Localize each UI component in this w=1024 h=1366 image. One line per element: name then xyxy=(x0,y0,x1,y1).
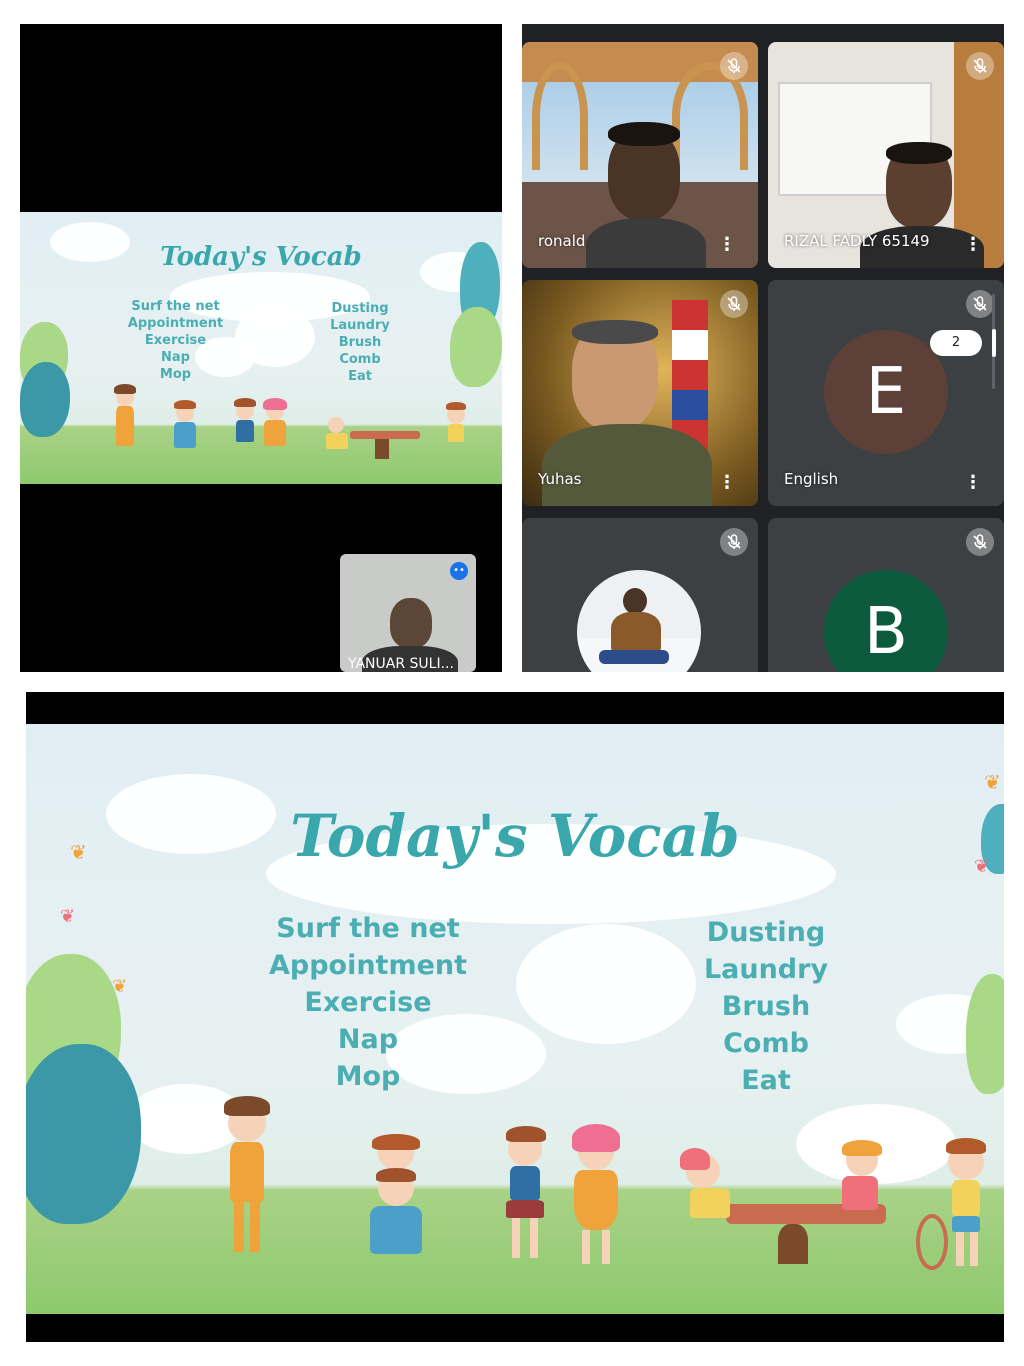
more-options-icon[interactable]: ⋮ xyxy=(964,236,982,254)
vocab-word: Nap xyxy=(161,350,190,365)
participant-name: ronald xyxy=(538,232,586,250)
slide-title: Today's Vocab xyxy=(160,242,362,272)
vocab-word: Laundry xyxy=(330,318,390,333)
hoop-illustration xyxy=(916,1214,948,1270)
muted-mic-icon xyxy=(966,528,994,556)
participant-tile[interactable]: ronald ⋮ xyxy=(522,42,758,268)
scroll-thumb[interactable] xyxy=(992,329,996,357)
child-illustration xyxy=(216,1094,276,1274)
child-illustration xyxy=(110,382,140,464)
muted-mic-icon xyxy=(966,290,994,318)
participant-name: Yuhas xyxy=(538,470,582,488)
vocab-word: Mop xyxy=(159,367,192,382)
slide-left-word-list: Surf the net Appointment Exercise Nap Mo… xyxy=(258,910,478,1095)
participant-name: English xyxy=(784,470,839,488)
vocab-word: Surf the net xyxy=(276,913,460,944)
participant-video xyxy=(586,122,706,268)
vocab-word: Laundry xyxy=(703,954,829,985)
vocab-word: Surf the net xyxy=(131,299,220,314)
participant-avatar: B xyxy=(824,570,948,672)
child-illustration xyxy=(170,400,200,462)
muted-mic-icon xyxy=(720,52,748,80)
muted-mic-icon xyxy=(966,52,994,80)
speaking-indicator-icon: •• xyxy=(450,562,468,580)
more-options-icon[interactable]: ⋮ xyxy=(718,236,736,254)
participant-avatar: E xyxy=(824,330,948,454)
vocab-word: Brush xyxy=(338,335,382,350)
vocab-word: Eat xyxy=(741,1065,791,1096)
participant-tile[interactable]: B xyxy=(768,518,1004,672)
seesaw-illustration xyxy=(666,1140,896,1264)
child-illustration xyxy=(260,398,290,460)
vocab-word: Appointment xyxy=(268,950,468,981)
child-illustration xyxy=(442,402,470,462)
vocab-word: Comb xyxy=(339,352,381,367)
vocab-word: Exercise xyxy=(144,333,207,348)
screen-share-panel: Today's Vocab Surf the net Appointment E… xyxy=(20,24,502,672)
participant-tile[interactable] xyxy=(522,518,758,672)
slide-right-word-list: Dusting Laundry Brush Comb Eat xyxy=(686,914,846,1099)
slide-left-word-list: Surf the net Appointment Exercise Nap Mo… xyxy=(118,298,233,383)
self-view-tile[interactable]: •• YANUAR SULI... xyxy=(340,554,476,672)
butterfly-icon: ❦ xyxy=(60,906,76,927)
shared-slide: Today's Vocab Surf the net Appointment E… xyxy=(20,212,502,484)
butterfly-icon: ❦ xyxy=(984,770,1001,794)
vocab-word: Dusting xyxy=(331,301,389,316)
vocab-word: Eat xyxy=(348,369,372,384)
participant-tile[interactable]: E English ⋮ xyxy=(768,280,1004,506)
large-slide-panel: ❦ ❦ ❦ ❦ ❦ Today's Vocab Surf the net App… xyxy=(26,692,1004,1342)
vocab-word: Brush xyxy=(721,991,811,1022)
participant-tile[interactable]: RIZAL FADLY 65149 ⋮ xyxy=(768,42,1004,268)
participant-tile[interactable]: Yuhas ⋮ xyxy=(522,280,758,506)
more-options-icon[interactable]: ⋮ xyxy=(718,474,736,492)
vocab-word: Appointment xyxy=(127,316,224,331)
page-indicator: 2 xyxy=(930,330,982,356)
child-illustration xyxy=(230,398,260,460)
more-options-icon[interactable]: ⋮ xyxy=(964,474,982,492)
child-illustration xyxy=(356,1134,436,1274)
butterfly-icon: ❦ xyxy=(112,976,128,997)
muted-mic-icon xyxy=(720,528,748,556)
vocab-word: Exercise xyxy=(304,987,432,1018)
slide-title: Today's Vocab xyxy=(290,802,740,870)
child-illustration xyxy=(496,1124,556,1274)
vocab-word: Mop xyxy=(335,1061,401,1092)
vocab-word: Dusting xyxy=(706,917,826,948)
large-slide: ❦ ❦ ❦ ❦ ❦ Today's Vocab Surf the net App… xyxy=(26,724,1004,1314)
child-illustration xyxy=(562,1124,632,1274)
self-view-name: YANUAR SULI... xyxy=(348,656,454,672)
seesaw-illustration xyxy=(320,417,420,462)
participant-name: RIZAL FADLY 65149 xyxy=(784,232,930,250)
participant-grid: ronald ⋮ RIZAL FADLY 65149 ⋮ Yuhas ⋮ E E… xyxy=(522,24,1004,672)
participant-face xyxy=(390,598,432,648)
vocab-word: Nap xyxy=(337,1024,399,1055)
muted-mic-icon xyxy=(720,290,748,318)
vocab-word: Comb xyxy=(723,1028,809,1059)
participant-profile-photo xyxy=(577,570,701,672)
slide-right-word-list: Dusting Laundry Brush Comb Eat xyxy=(320,300,400,385)
